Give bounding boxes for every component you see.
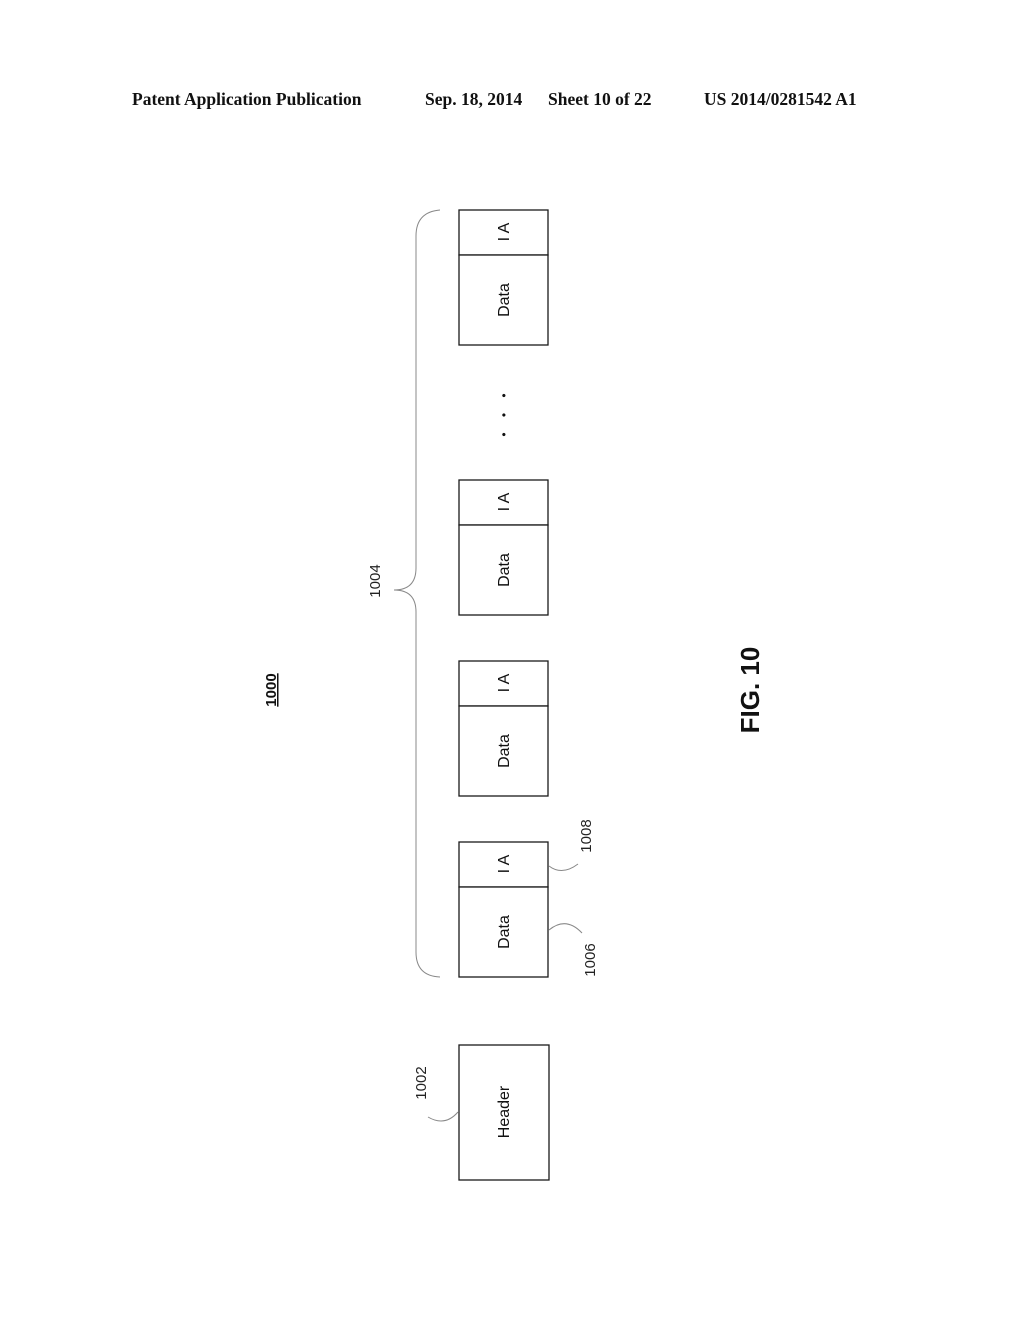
data-ref-leader [548, 923, 583, 934]
packet-block: I A Data [458, 209, 549, 346]
packet-block: I A Data [458, 479, 549, 616]
data-field-label: Data [496, 734, 513, 768]
ia-ref-label: 1008 [578, 819, 595, 852]
header-block: Header [458, 1044, 550, 1181]
figure-caption: FIG. 10 [735, 647, 765, 734]
data-field-label: Data [496, 915, 513, 949]
header-ref-label: 1002 [413, 1066, 430, 1099]
ellipsis: • • • [497, 387, 511, 436]
ia-field-label: I A [496, 222, 513, 241]
ia-ref-leader [548, 863, 579, 871]
ia-field-label: I A [496, 673, 513, 692]
packet-block: I A Data [458, 841, 549, 978]
ia-field-label: I A [496, 492, 513, 511]
packet-block: I A Data [458, 660, 549, 797]
figure-number: 1000 [263, 673, 280, 706]
figure-diagram: 1000 1004 I A Data • • • I A Data I A Da… [263, 209, 765, 1181]
data-ref-label: 1006 [582, 943, 599, 976]
header-ref-leader [427, 1111, 459, 1122]
header-field-label: Header [496, 1085, 513, 1138]
ia-field-label: I A [496, 854, 513, 873]
data-field-label: Data [496, 553, 513, 587]
group-brace [393, 209, 441, 978]
data-field-label: Data [496, 283, 513, 317]
group-ref-label: 1004 [367, 564, 384, 597]
